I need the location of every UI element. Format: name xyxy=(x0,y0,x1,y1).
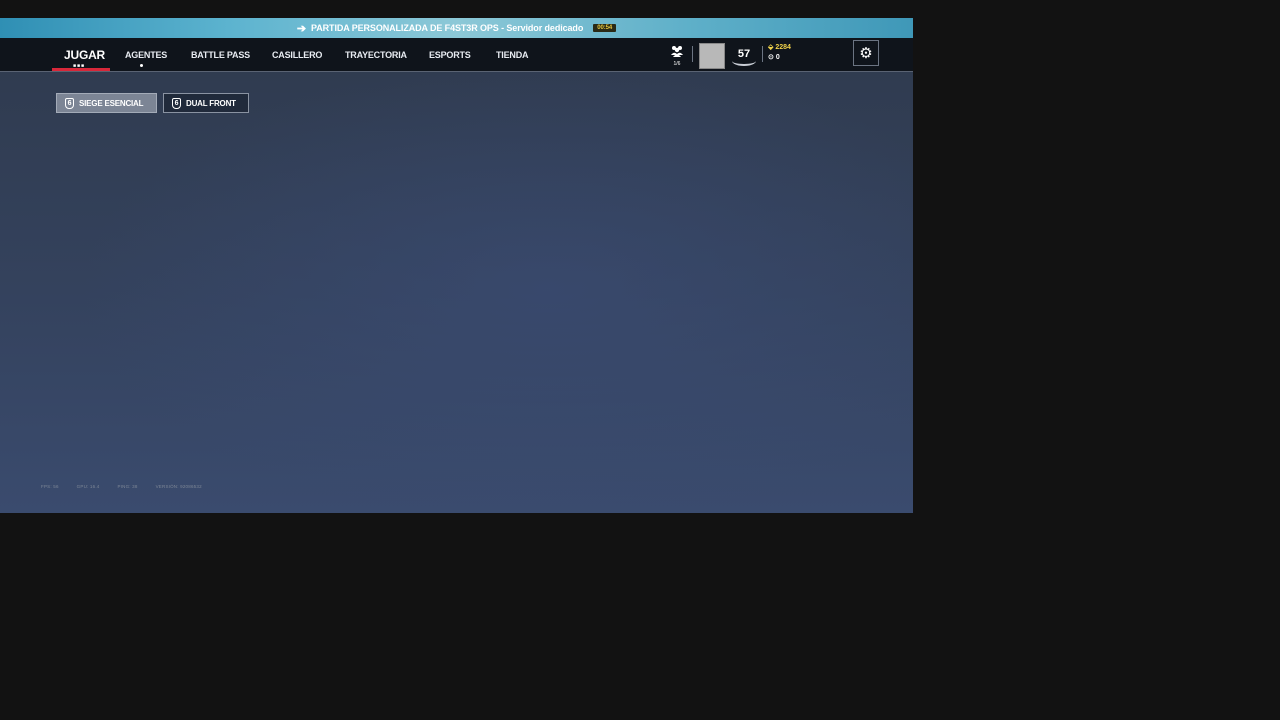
divider xyxy=(762,46,763,62)
tab-casillero[interactable]: CASILLERO xyxy=(272,38,322,71)
player-level[interactable]: 57 xyxy=(730,42,758,66)
active-tab-underline xyxy=(52,68,110,71)
gpu-stat: GPU: 16.4 xyxy=(76,484,100,489)
r6-credits-icon: ⬙ xyxy=(768,44,774,51)
tab-trayectoria[interactable]: TRAYECTORIA xyxy=(345,38,407,71)
mode-label: SIEGE ESENCIAL xyxy=(79,98,144,108)
squad-icon xyxy=(671,46,683,57)
notification-dot xyxy=(140,64,143,67)
mode-siege-esencial-button[interactable]: 6 SIEGE ESENCIAL xyxy=(56,93,157,113)
tab-esports[interactable]: ESPORTS xyxy=(429,38,471,71)
siege-logo-icon: 6 xyxy=(65,97,74,109)
gear-icon: ⚙ xyxy=(859,45,873,62)
custom-match-banner[interactable]: ➔ PARTIDA PERSONALIZADA DE F4ST3R OPS - … xyxy=(0,18,913,38)
renown-value: 0 xyxy=(775,54,780,61)
fps-stat: FPS: 56 xyxy=(41,484,59,489)
squad-button[interactable]: 1/6 xyxy=(668,44,686,68)
tab-battle-pass[interactable]: BATTLE PASS xyxy=(191,38,250,71)
mode-dual-front-button[interactable]: 6 DUAL FRONT xyxy=(163,93,249,113)
version-stat: VERSIÓN: 92086532 xyxy=(155,484,202,489)
banner-text: PARTIDA PERSONALIZADA DE F4ST3R OPS - Se… xyxy=(311,23,584,33)
performance-stats: FPS: 56 GPU: 16.4 PING: 38 VERSIÓN: 9208… xyxy=(41,484,202,489)
renown-icon: ⊙ xyxy=(768,54,774,61)
tab-agentes[interactable]: AGENTES xyxy=(125,38,167,71)
mode-label: DUAL FRONT xyxy=(186,98,236,108)
siege-logo-icon: 6 xyxy=(172,97,181,109)
ping-stat: PING: 38 xyxy=(117,484,138,489)
currency-panel[interactable]: ⬙ 2284 ⊙ 0 xyxy=(768,43,791,63)
top-nav-bar: JUGAR ■■■ AGENTES BATTLE PASS CASILLERO … xyxy=(0,38,913,72)
divider xyxy=(692,46,693,62)
r6-credits-value: 2284 xyxy=(775,44,791,51)
tab-tienda[interactable]: TIENDA xyxy=(496,38,529,71)
laurel-icon xyxy=(732,56,756,66)
arrow-right-icon: ➔ xyxy=(296,22,307,35)
banner-timer: 00:54 xyxy=(593,24,617,32)
avatar[interactable] xyxy=(699,43,725,69)
squad-count: 1/6 xyxy=(673,61,681,67)
settings-button[interactable]: ⚙ xyxy=(853,40,879,66)
game-window: ➔ PARTIDA PERSONALIZADA DE F4ST3R OPS - … xyxy=(0,18,913,513)
